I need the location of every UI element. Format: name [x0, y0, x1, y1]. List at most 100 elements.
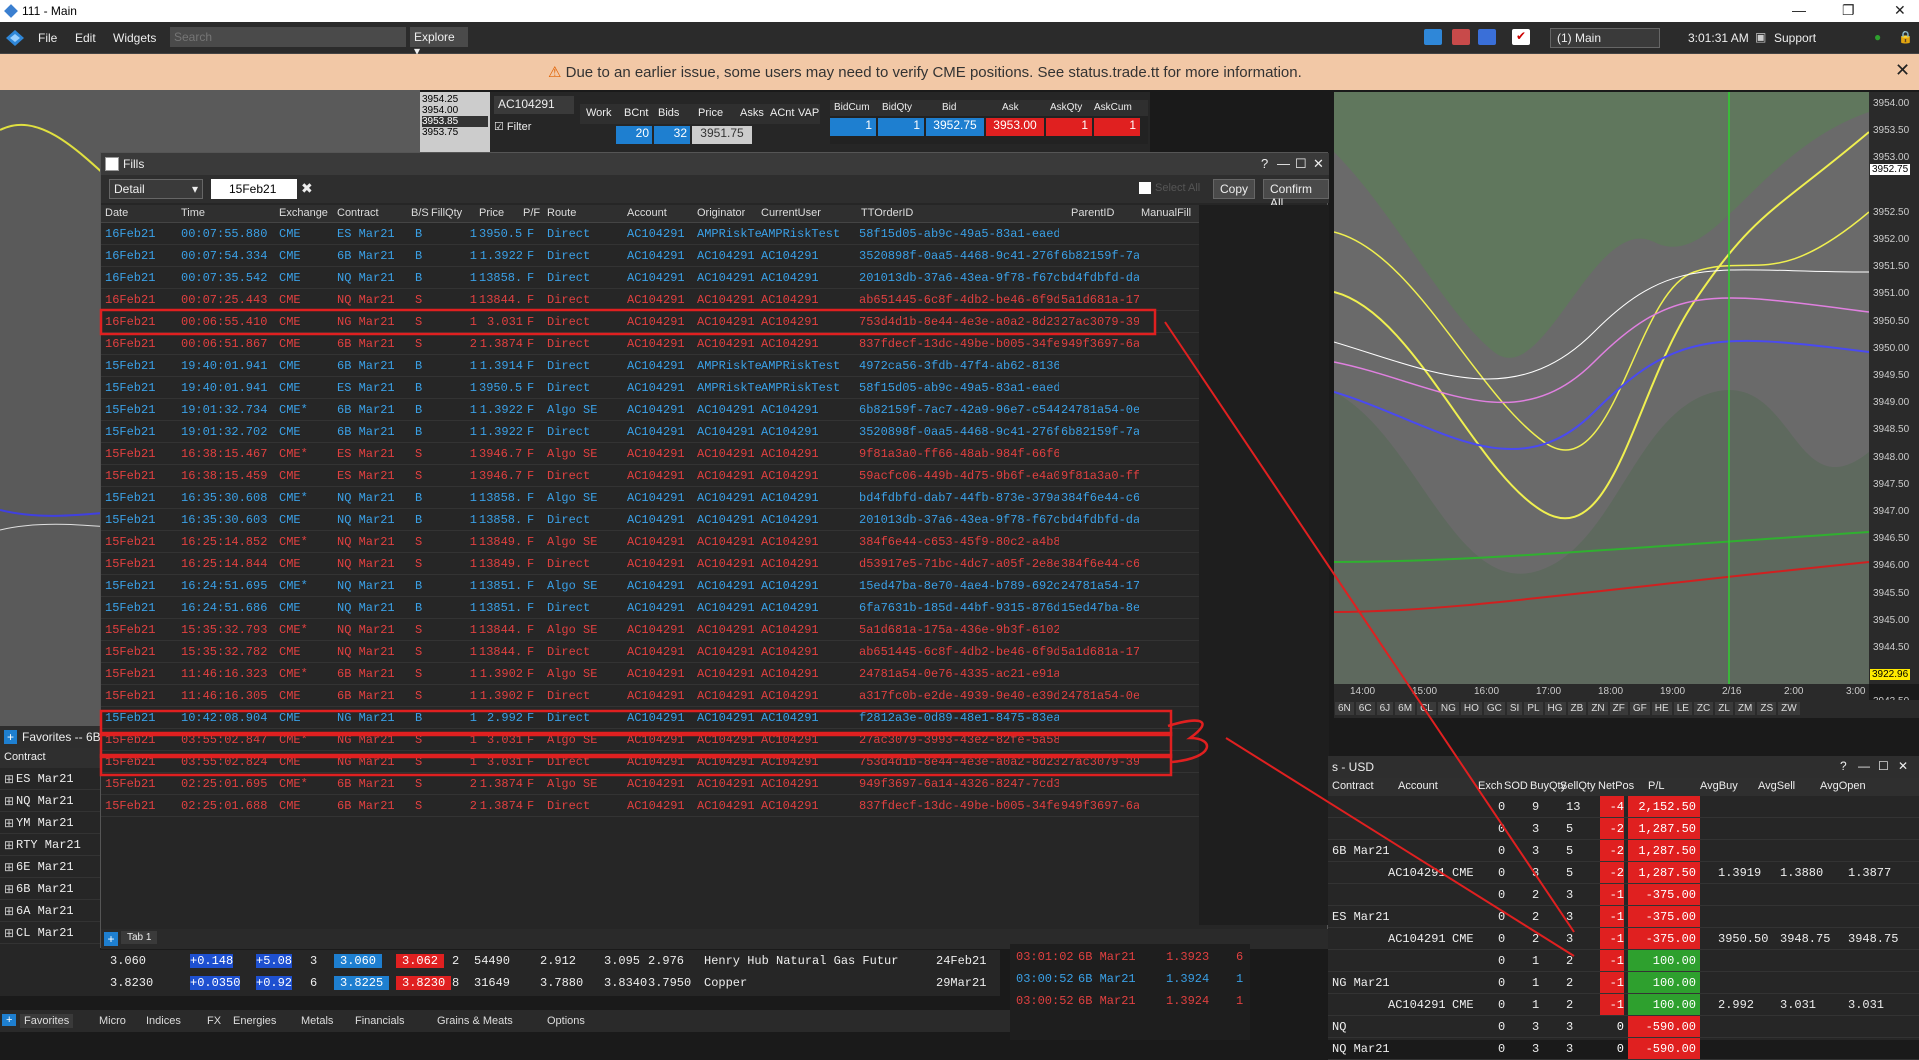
symbol-button-zb[interactable]: ZB — [1567, 702, 1587, 715]
position-row[interactable]: AC104291 CME 0 1 2 -1 100.00 2.992 3.031 3.031 — [1328, 994, 1919, 1016]
menu-widgets[interactable]: Widgets — [113, 31, 156, 45]
ladder-bidqty[interactable]: 1 — [878, 118, 924, 136]
fills-row[interactable]: 15Feb21 03:55:02.847 CME* NG Mar21 S 1 3.031 F A… — [101, 729, 1199, 751]
expand-icon[interactable]: ⊞ — [4, 860, 14, 875]
fills-row[interactable]: 16Feb21 00:06:55.410 CME NG Mar21 S 1 3.031 F Di… — [101, 311, 1199, 333]
favorite-row[interactable]: ⊞ 6B Mar21 — [0, 878, 100, 900]
order-row[interactable]: 03:00:52 6B Mar21 1.3924 1 — [1016, 990, 1246, 1012]
close-fills-icon[interactable]: ✕ — [1313, 156, 1324, 172]
symbol-button-6c[interactable]: 6C — [1355, 702, 1375, 715]
position-row[interactable]: NG Mar21 0 1 2 -1 100.00 — [1328, 972, 1919, 994]
fills-row[interactable]: 16Feb21 00:06:51.867 CME 6B Mar21 S 2 1.3874 F D… — [101, 333, 1199, 355]
maximize-icon[interactable]: ❐ — [1842, 2, 1855, 19]
copy-button[interactable]: Copy — [1213, 179, 1256, 199]
price-chart[interactable] — [1334, 92, 1869, 698]
symbol-button-hg[interactable]: HG — [1544, 702, 1566, 715]
positions-col-avgbuy[interactable]: AvgBuy — [1700, 780, 1738, 792]
clear-date-icon[interactable]: ✖ — [301, 180, 313, 197]
fills-col-manualfill[interactable]: ManualFill — [1141, 207, 1191, 219]
market-tab[interactable]: Favorites — [20, 1014, 74, 1028]
position-row[interactable]: NQ Mar21 0 3 3 0 -590.00 — [1328, 1038, 1919, 1060]
fills-row[interactable]: 15Feb21 10:42:08.904 CME NG Mar21 B 1 2.992 F Di… — [101, 707, 1199, 729]
save-icon[interactable]: ▣ — [1755, 30, 1766, 44]
expand-icon[interactable]: ⊞ — [4, 816, 14, 831]
workspace-select[interactable]: (1) Main — [1550, 28, 1660, 48]
order-row[interactable]: 03:01:02 6B Mar21 1.3923 6 — [1016, 946, 1246, 968]
positions-col-sellqty[interactable]: SellQty — [1560, 780, 1595, 792]
fills-col-currentuser[interactable]: CurrentUser — [761, 207, 821, 219]
fills-col-pf[interactable]: P/F — [523, 207, 540, 219]
fills-row[interactable]: 15Feb21 11:46:16.323 CME* 6B Mar21 S 1 1.3902 F… — [101, 663, 1199, 685]
fills-row[interactable]: 15Feb21 16:38:15.467 CME* ES Mar21 S 13946.75… — [101, 443, 1199, 465]
support-link[interactable]: Support — [1774, 31, 1816, 45]
market-tab[interactable]: Metals — [297, 1014, 337, 1028]
favorite-row[interactable]: ⊞ YM Mar21 — [0, 812, 100, 834]
minimize-positions-icon[interactable]: — — [1858, 759, 1870, 773]
add-favorite-icon[interactable]: + — [4, 730, 18, 744]
fills-row[interactable]: 15Feb21 11:46:16.305 CME 6B Mar21 S 1 1.3902 F D… — [101, 685, 1199, 707]
checkbox-icon[interactable]: ✔ — [1512, 29, 1530, 45]
symbol-button-si[interactable]: SI — [1506, 702, 1523, 715]
ladder-ask[interactable]: 3953.00 — [986, 118, 1044, 136]
symbol-button-pl[interactable]: PL — [1524, 702, 1543, 715]
ladder-account-select[interactable]: AC104291 — [494, 96, 574, 114]
fills-row[interactable]: 15Feb21 16:25:14.844 CME NQ Mar21 S 113849.00… — [101, 553, 1199, 575]
lock-icon[interactable]: 🔒 — [1898, 30, 1913, 44]
market-tab[interactable]: Grains & Meats — [433, 1014, 517, 1028]
fills-row[interactable]: 15Feb21 16:38:15.459 CME ES Mar21 S 13946.75 F… — [101, 465, 1199, 487]
market-tab[interactable]: Financials — [351, 1014, 409, 1028]
fills-row[interactable]: 16Feb21 00:07:25.443 CME NQ Mar21 S 113844.75… — [101, 289, 1199, 311]
symbol-button-6j[interactable]: 6J — [1376, 702, 1394, 715]
positions-col-exch[interactable]: Exch — [1478, 780, 1502, 792]
position-row[interactable]: 0 1 2 -1 100.00 — [1328, 950, 1919, 972]
add-tab-icon[interactable]: + — [104, 932, 118, 946]
favorite-row[interactable]: ⊞ 6E Mar21 — [0, 856, 100, 878]
chart-icon[interactable] — [1424, 29, 1442, 45]
ladder-bidcum[interactable]: 1 — [830, 118, 876, 136]
symbol-button-zn[interactable]: ZN — [1588, 702, 1608, 715]
position-row[interactable]: AC104291 CME 0 2 3 -1 -375.00 3950.50 3948.75 394… — [1328, 928, 1919, 950]
fills-row[interactable]: 15Feb21 19:40:01.941 CME 6B Mar21 B 1 1.3914 F D… — [101, 355, 1199, 377]
fills-row[interactable]: 16Feb21 00:07:54.334 CME 6B Mar21 B 1 1.3922 F D… — [101, 245, 1199, 267]
fills-col-price[interactable]: Price — [479, 207, 504, 219]
help-icon[interactable]: ? — [1840, 759, 1847, 773]
add-tab-icon[interactable]: + — [2, 1014, 17, 1026]
market-row[interactable]: 3.8230 +0.0350 +0.92 6 3.8225 3.8230 8 31649 3.7… — [0, 972, 1000, 994]
fills-col-exchange[interactable]: Exchange — [279, 207, 328, 219]
favorite-row[interactable]: ⊞ CL Mar21 — [0, 922, 100, 944]
ladder-filter-checkbox[interactable]: ☑ Filter — [494, 120, 531, 133]
color-icon[interactable] — [1452, 29, 1470, 45]
fills-date-input[interactable] — [211, 179, 297, 199]
fills-col-time[interactable]: Time — [181, 207, 205, 219]
ladder-bcnt[interactable]: 20 — [616, 126, 652, 144]
ladder-askcum[interactable]: 1 — [1094, 118, 1140, 136]
market-row[interactable]: 3.060 +0.148 +5.08 3 3.060 3.062 2 54490 2.912 3.… — [0, 950, 1000, 972]
select-all-checkbox[interactable]: Select All — [1139, 182, 1200, 195]
ladder-askqty[interactable]: 1 — [1046, 118, 1092, 136]
symbol-button-ng[interactable]: NG — [1437, 702, 1459, 715]
symbol-button-zc[interactable]: ZC — [1693, 702, 1714, 715]
symbol-button-ho[interactable]: HO — [1460, 702, 1482, 715]
fills-col-fillqty[interactable]: FillQty — [431, 207, 462, 219]
minimize-icon[interactable]: — — [1792, 2, 1806, 18]
confirm-all-button[interactable]: Confirm All — [1263, 179, 1329, 210]
fills-col-parentid[interactable]: ParentID — [1071, 207, 1114, 219]
fills-row[interactable]: 16Feb21 00:07:55.880 CME ES Mar21 B 13950.50 F… — [101, 223, 1199, 245]
positions-col-contract[interactable]: Contract — [1332, 780, 1374, 792]
position-row[interactable]: NQ 0 3 3 0 -590.00 — [1328, 1016, 1919, 1038]
expand-icon[interactable]: ⊞ — [4, 904, 14, 919]
positions-col-avgsell[interactable]: AvgSell — [1758, 780, 1795, 792]
expand-icon[interactable]: ⊞ — [4, 838, 14, 853]
fills-row[interactable]: 15Feb21 03:55:02.824 CME NG Mar21 S 1 3.031 F Di… — [101, 751, 1199, 773]
expand-icon[interactable]: ⊞ — [4, 772, 14, 787]
expand-icon[interactable]: ⊞ — [4, 882, 14, 897]
symbol-button-gc[interactable]: GC — [1483, 702, 1505, 715]
help-icon[interactable]: ? — [1261, 156, 1268, 171]
fills-row[interactable]: 15Feb21 02:25:01.688 CME 6B Mar21 S 2 1.3874 F D… — [101, 795, 1199, 817]
positions-col-sod[interactable]: SOD — [1504, 780, 1528, 792]
fills-col-ttorderid[interactable]: TTOrderID — [861, 207, 913, 219]
fills-row[interactable]: 15Feb21 16:35:30.603 CME NQ Mar21 B 113858.50… — [101, 509, 1199, 531]
menu-file[interactable]: File — [38, 31, 57, 45]
position-row[interactable]: 0 9 13 -4 2,152.50 — [1328, 796, 1919, 818]
ladder-price[interactable]: 3951.75 — [692, 126, 752, 144]
